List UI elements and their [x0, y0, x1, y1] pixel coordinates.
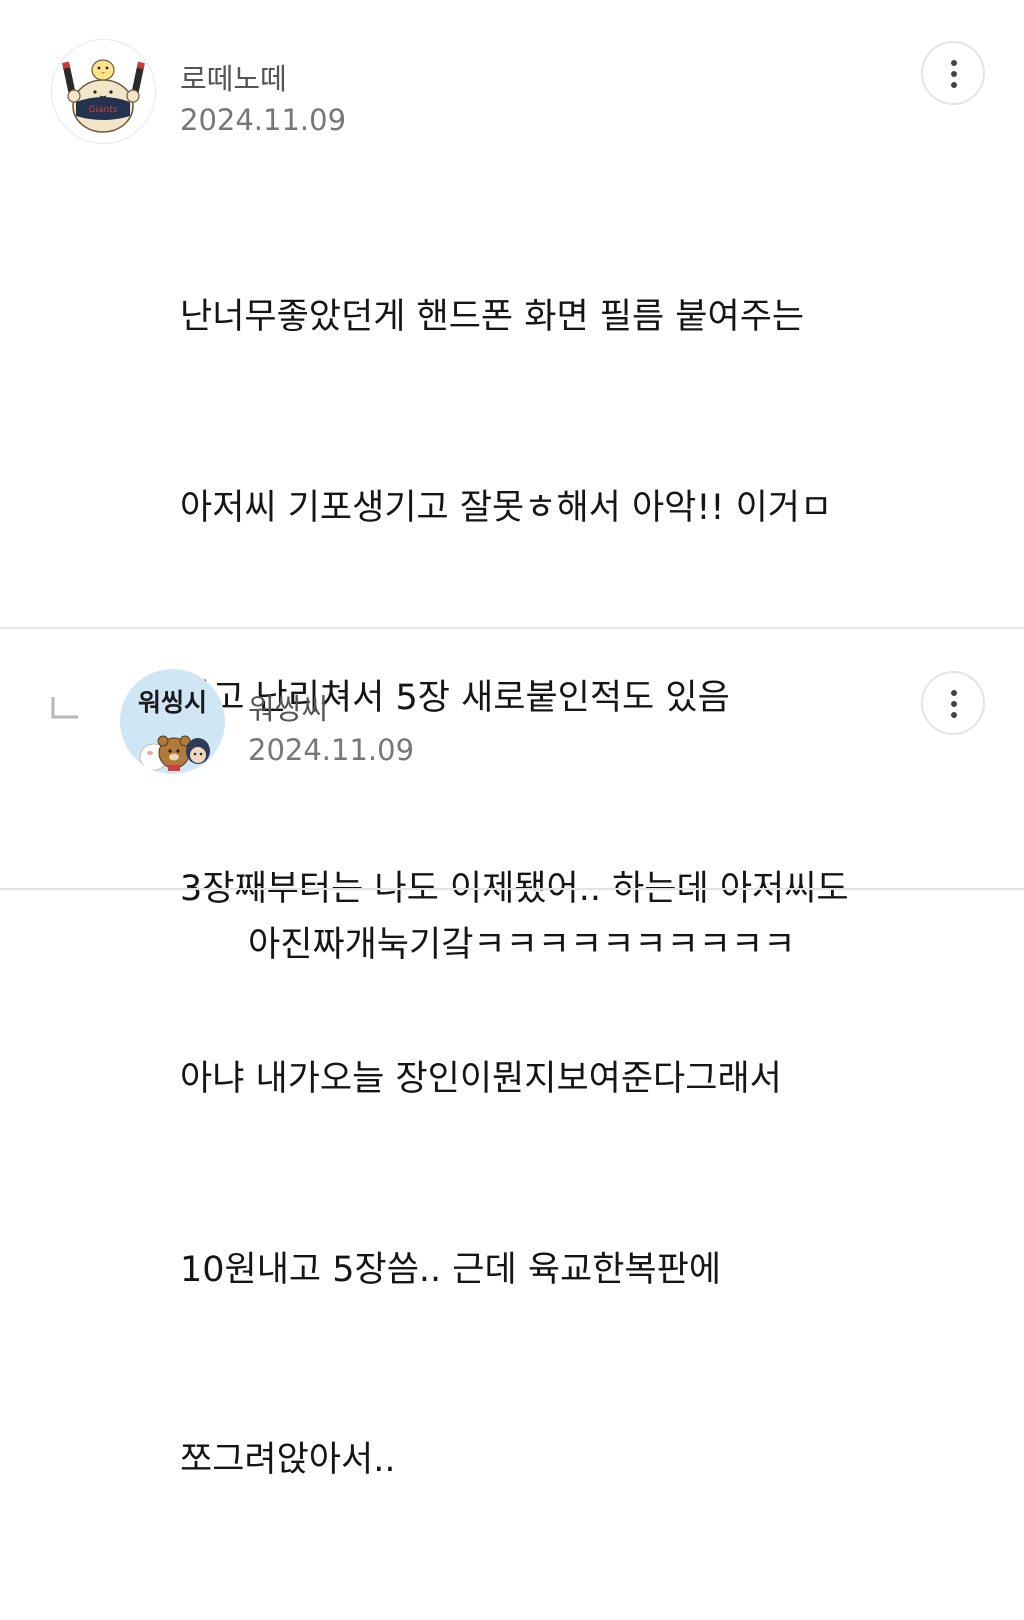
reply-arrow-icon: [51, 697, 78, 719]
comment-body: 아진짜개눅기갘ㅋㅋㅋㅋㅋㅋㅋㅋㅋㅋ: [248, 787, 795, 1041]
giants-bear-mascot-avatar-icon: Giants: [62, 59, 145, 133]
more-options-button[interactable]: [921, 41, 985, 105]
comment: Giants 로떼노떼 2024.11.09 난너무좋았던게 핸드폰 화면 필름…: [0, 0, 1024, 1480]
comment-line: 아냐 내가오늘 장인이뭔지보여준다그래서: [180, 1059, 782, 1099]
user-avatar[interactable]: Giants: [51, 39, 156, 144]
comment-date: 2024.11.09: [180, 103, 347, 137]
comment-line: 아저씨 기포생기고 잘못ㅎ해서 아악!! 이거ㅁ: [180, 487, 833, 528]
comment-line: 난너무좋았던게 핸드폰 화면 필름 붙여주는: [180, 297, 805, 337]
comment-date: 2024.11.09: [248, 733, 415, 767]
username[interactable]: 로떼노떼: [180, 56, 287, 98]
user-avatar[interactable]: 워씽시: [120, 669, 225, 774]
comment-line: 10원내고 5장씀.. 근데 육교한복판에: [180, 1249, 722, 1290]
comment-divider: [0, 888, 1024, 890]
svg-text:Giants: Giants: [89, 105, 118, 115]
comment-line: 쪼그려앉아서..: [180, 1440, 396, 1480]
more-options-button[interactable]: [921, 671, 985, 735]
comment-line: 아진짜개눅기갘ㅋㅋㅋㅋㅋㅋㅋㅋㅋㅋ: [248, 925, 796, 965]
kakao-characters-avatar-icon: [139, 735, 210, 771]
username[interactable]: 워씽씨: [248, 686, 328, 728]
